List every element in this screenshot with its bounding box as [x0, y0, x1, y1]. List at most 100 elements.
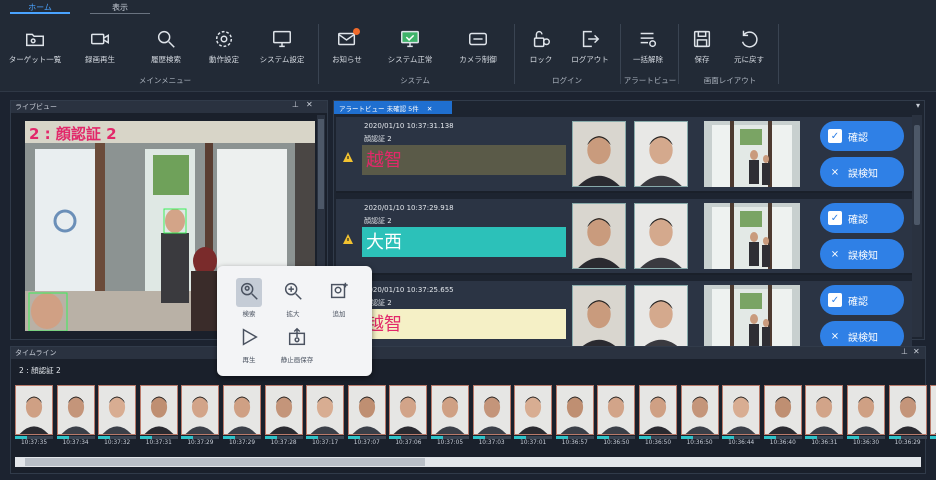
add-image-icon [326, 278, 352, 307]
timeline-progress-fill [680, 436, 693, 439]
detection-scene-image[interactable] [704, 285, 800, 351]
timeline-progress-fill [805, 436, 818, 439]
timeline-timestamp: 10:37:32 [104, 440, 131, 446]
save-layout-button[interactable]: 保存 [682, 28, 722, 72]
timeline-progress-fill [722, 436, 735, 439]
pin-icon[interactable]: ⊥ [901, 347, 908, 356]
timeline-progress-fill [181, 436, 194, 439]
timeline-face-thumbnail[interactable] [805, 385, 844, 435]
recording-playback-button[interactable]: 録画再生 [74, 28, 126, 72]
group-label-system: システム [400, 76, 430, 85]
logout-button[interactable]: ログアウト [566, 28, 614, 72]
popup-add-button[interactable]: 追加 [321, 278, 357, 318]
registered-face-image[interactable] [572, 203, 626, 269]
detection-scene-image[interactable] [704, 203, 800, 269]
tab-home[interactable]: ホーム [10, 0, 70, 14]
false-detection-button[interactable]: ⨯ 誤検知 [820, 239, 904, 269]
timeline-face-thumbnail[interactable] [722, 385, 761, 435]
undo-layout-button[interactable]: 元に戻す [726, 28, 772, 72]
lock-button[interactable]: ロック [520, 28, 562, 72]
operation-settings-button[interactable]: 動作設定 [198, 28, 250, 72]
ribbon-separator [318, 24, 319, 84]
alert-row[interactable]: 2020/01/10 10:37:31.138 顔認証 2 越智 ✓ 確認 ⨯ 誤検知 [336, 117, 912, 193]
alert-view-panel: アラートビュー 未確認 5件 ✕ ▾ 2020/01/10 10:37:31.1… [333, 100, 925, 357]
live-scroll-thumb[interactable] [318, 119, 324, 209]
save-icon [689, 28, 715, 52]
detected-face-image[interactable] [634, 285, 688, 351]
notifications-button[interactable]: お知らせ [322, 28, 372, 72]
close-tab-icon[interactable]: ✕ [427, 105, 432, 113]
history-search-button[interactable]: 履歴検索 [140, 28, 192, 72]
timeline-progress-bar [763, 436, 802, 439]
timeline-scroll-thumb[interactable] [25, 458, 425, 466]
checkbox-icon: ✓ [828, 211, 842, 225]
timeline-progress-fill [472, 436, 485, 439]
timeline-face-thumbnail[interactable] [555, 385, 594, 435]
tab-view[interactable]: 表示 [90, 0, 150, 14]
popup-play-button[interactable]: 再生 [231, 324, 267, 364]
timeline-progress-bar [431, 436, 469, 439]
system-status-button[interactable]: システム正常 [380, 28, 440, 72]
registered-face-image[interactable] [572, 121, 626, 187]
logout-icon [577, 28, 603, 52]
popup-search-button[interactable]: 検索 [231, 278, 267, 318]
registered-face-image[interactable] [572, 285, 626, 351]
alert-scrollbar[interactable] [912, 115, 922, 337]
confirm-button[interactable]: ✓ 確認 [820, 285, 904, 315]
timeline-face-thumbnail[interactable] [514, 385, 553, 435]
timeline-face-thumbnail[interactable] [139, 385, 178, 435]
detection-scene-image[interactable] [704, 121, 800, 187]
timeline-face-thumbnail[interactable] [389, 385, 428, 435]
group-label-login: ログイン [552, 76, 582, 85]
timeline-face-thumbnail[interactable] [472, 385, 511, 435]
timeline-progress-bar [847, 436, 885, 439]
alert-scroll-thumb[interactable] [914, 125, 920, 225]
confirm-button[interactable]: ✓ 確認 [820, 121, 904, 151]
timeline-timestamp: 10:37:01 [520, 440, 547, 446]
timeline-face-thumbnail[interactable] [347, 385, 386, 435]
timeline-face-thumbnail[interactable] [98, 385, 137, 435]
timeline-header: タイムライン [11, 347, 925, 359]
close-icon[interactable]: ✕ [306, 100, 313, 109]
timeline-face-thumbnail[interactable] [264, 385, 303, 435]
timeline-face-thumbnail[interactable] [763, 385, 802, 435]
timeline-progress-fill [223, 436, 235, 439]
detected-face-image[interactable] [634, 121, 688, 187]
timeline-face-thumbnail[interactable] [15, 385, 53, 435]
alert-row[interactable]: 2020/01/10 10:37:29.918 顔認証 2 大西 ✓ 確認 ⨯ 誤検知 [336, 199, 912, 275]
false-detection-button[interactable]: ⨯ 誤検知 [820, 157, 904, 187]
timeline-progress-bar [722, 436, 761, 439]
video-camera-icon [87, 28, 113, 52]
timeline-face-thumbnail[interactable] [847, 385, 885, 435]
timeline-face-thumbnail[interactable] [306, 385, 345, 435]
popup-save-still-button[interactable]: 静止画保存 [275, 324, 319, 364]
camera-control-button[interactable]: カメラ制御 [452, 28, 504, 72]
detected-face-image[interactable] [634, 203, 688, 269]
confirm-button[interactable]: ✓ 確認 [820, 203, 904, 233]
timeline-face-thumbnail[interactable] [223, 385, 261, 435]
timeline-progress-fill [347, 436, 360, 439]
timeline-timestamp: 10:36:28 [929, 440, 936, 446]
timeline-face-thumbnail[interactable] [181, 385, 220, 435]
folder-icon [22, 28, 48, 52]
timeline-face-thumbnail[interactable] [639, 385, 677, 435]
system-settings-button[interactable]: システム設定 [254, 28, 310, 72]
pin-icon[interactable]: ⊥ [292, 100, 299, 109]
timeline-face-thumbnail[interactable] [431, 385, 469, 435]
close-icon[interactable]: ✕ [913, 347, 920, 356]
timeline-face-thumbnail[interactable] [930, 385, 936, 435]
target-list-button[interactable]: ターゲット一覧 [6, 28, 64, 72]
timeline-progress-bar [597, 436, 636, 439]
timeline-face-thumbnail[interactable] [56, 385, 95, 435]
clear-all-button[interactable]: 一括解除 [624, 28, 672, 72]
dropdown-icon[interactable]: ▾ [916, 101, 920, 110]
timeline-face-thumbnail[interactable] [597, 385, 636, 435]
false-detection-icon: ⨯ [830, 248, 840, 260]
thumbnail-context-menu: 検索 拡大 追加 再生 静止画保存 [217, 266, 372, 376]
alert-view-tab[interactable]: アラートビュー 未確認 5件 ✕ [334, 101, 452, 114]
timeline-scrollbar[interactable] [15, 457, 921, 467]
timeline-face-thumbnail[interactable] [680, 385, 719, 435]
timeline-face-thumbnail[interactable] [888, 385, 927, 435]
popup-zoom-button[interactable]: 拡大 [275, 278, 311, 318]
timeline-timestamp: 10:36:50 [603, 440, 630, 446]
